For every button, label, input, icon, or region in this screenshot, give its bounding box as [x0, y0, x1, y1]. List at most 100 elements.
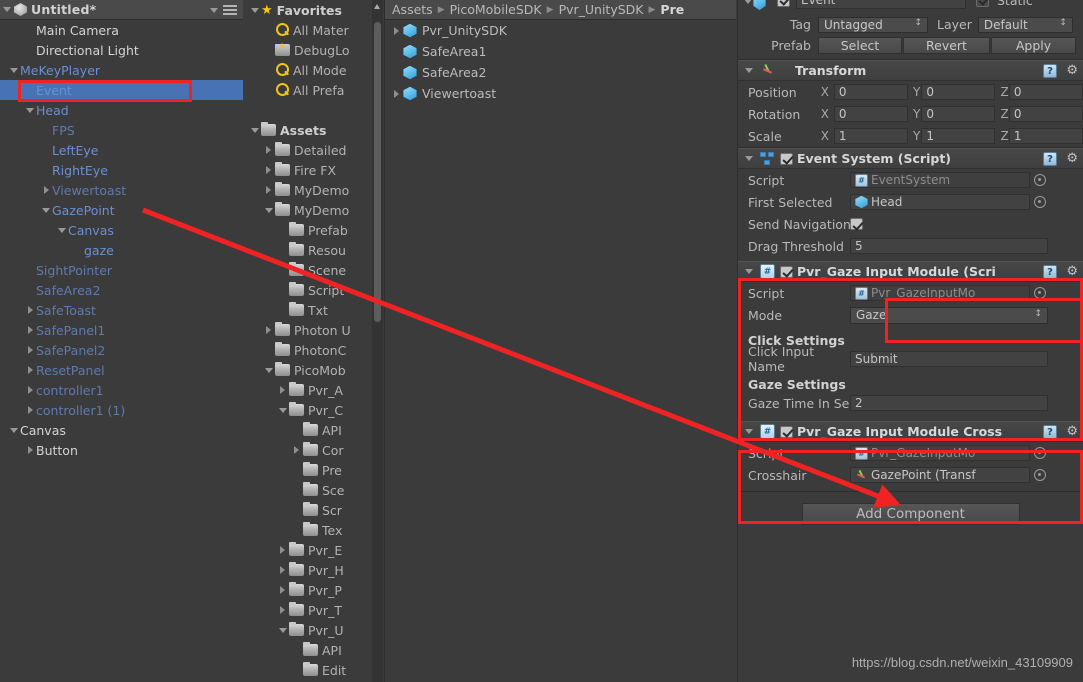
transform-scale-y-field[interactable]: 1 [921, 128, 996, 144]
expand-arrow[interactable] [24, 386, 36, 394]
hierarchy-item-controller1[interactable]: controller1 [0, 380, 243, 400]
first-selected-objectfield[interactable]: Head [850, 194, 1030, 210]
expand-arrow[interactable] [276, 566, 289, 574]
chevron-right-icon[interactable] [27, 386, 33, 394]
help-icon[interactable]: ? [1043, 265, 1057, 279]
chevron-right-icon[interactable] [266, 326, 271, 334]
chevron-right-icon[interactable] [43, 186, 49, 194]
hierarchy-item-viewertoast[interactable]: Viewertoast [0, 180, 243, 200]
transform-position-x-field[interactable]: 0 [833, 84, 908, 100]
event-system-enabled-checkbox[interactable] [780, 152, 793, 165]
project-tree-item-scr[interactable]: Scr [244, 500, 372, 520]
expand-arrow[interactable] [248, 127, 261, 133]
chevron-right-icon[interactable] [280, 386, 285, 394]
hierarchy-item-gazepoint[interactable]: GazePoint [0, 200, 243, 220]
layer-dropdown[interactable]: Default ↕ [977, 16, 1073, 33]
chevron-right-icon[interactable] [294, 446, 299, 454]
prefab-revert-button[interactable]: Revert [903, 37, 990, 54]
hierarchy-item-safepanel1[interactable]: SafePanel1 [0, 320, 243, 340]
expand-arrow[interactable] [276, 407, 289, 413]
hierarchy-item-safearea2[interactable]: SafeArea2 [0, 280, 243, 300]
hierarchy-menu-button[interactable] [210, 5, 237, 16]
drag-threshold-row[interactable]: Drag Threshold 5 [738, 235, 1083, 257]
transform-rotation-row[interactable]: Rotation X 0 Y 0 Z 0 [738, 103, 1083, 125]
expand-arrow[interactable] [389, 26, 403, 35]
chevron-down-icon[interactable] [278, 407, 287, 413]
chevron-right-icon[interactable] [27, 406, 33, 414]
static-checkbox[interactable] [976, 0, 989, 7]
hierarchy-item-directional-light[interactable]: Directional Light [0, 40, 243, 60]
project-tree-item-all-mode[interactable]: All Mode [244, 60, 372, 80]
asset-item-viewertoast[interactable]: Viewertoast [385, 83, 736, 104]
project-tree-item-photon-u[interactable]: Photon U [244, 320, 372, 340]
expand-arrow[interactable] [389, 89, 403, 98]
hierarchy-item-main-camera[interactable]: Main Camera [0, 20, 243, 40]
transform-rotation-z-field[interactable]: 0 [1008, 106, 1083, 122]
chevron-down-icon[interactable] [58, 227, 66, 233]
expand-arrow[interactable] [276, 586, 289, 594]
breadcrumb-item-pvr-unitysdk[interactable]: Pvr_UnitySDK [559, 2, 644, 17]
project-tree-item-txt[interactable]: Txt [244, 300, 372, 320]
expand-arrow[interactable] [262, 146, 275, 154]
object-picker-icon[interactable] [1034, 196, 1046, 208]
expand-arrow[interactable] [24, 406, 36, 414]
breadcrumb-item-picomobilesdk[interactable]: PicoMobileSDK [450, 2, 542, 17]
expand-arrow[interactable] [276, 606, 289, 614]
expand-arrow[interactable] [24, 107, 36, 113]
project-tree-item-pvr-e[interactable]: Pvr_E [244, 540, 372, 560]
chevron-right-icon[interactable] [280, 586, 285, 594]
hierarchy-item-righteye[interactable]: RightEye [0, 160, 243, 180]
breadcrumb-item-assets[interactable]: Assets [392, 2, 433, 17]
asset-item-safearea2[interactable]: SafeArea2 [385, 62, 736, 83]
project-tree-item-prefab[interactable]: Prefab [244, 220, 372, 240]
chevron-right-icon[interactable] [280, 566, 285, 574]
drag-threshold-field[interactable]: 5 [850, 238, 1048, 254]
scrollbar-thumb[interactable] [374, 22, 381, 322]
help-icon[interactable]: ? [1043, 152, 1057, 166]
chevron-down-icon[interactable] [264, 207, 273, 213]
transform-position-row[interactable]: Position X 0 Y 0 Z 0 [738, 81, 1083, 103]
project-tree-item-scene[interactable]: Scene [244, 260, 372, 280]
project-tree-item-script[interactable]: Script [244, 280, 372, 300]
project-tree-item-sce[interactable]: Sce [244, 480, 372, 500]
transform-rotation-y-field[interactable]: 0 [921, 106, 996, 122]
transform-scale-z-field[interactable]: 1 [1008, 128, 1083, 144]
hierarchy-item-lefteye[interactable]: LeftEye [0, 140, 243, 160]
hierarchy-item-safepanel2[interactable]: SafePanel2 [0, 340, 243, 360]
project-tree-item-api[interactable]: API [244, 420, 372, 440]
chevron-right-icon[interactable] [266, 166, 271, 174]
hierarchy-item-button[interactable]: Button [0, 440, 243, 460]
chevron-right-icon[interactable] [27, 346, 33, 354]
project-tree-item-cor[interactable]: Cor [244, 440, 372, 460]
hierarchy-item-gaze[interactable]: gaze [0, 240, 243, 260]
transform-scale-x-field[interactable]: 1 [833, 128, 908, 144]
scroll-up-arrow-icon[interactable] [374, 4, 380, 9]
project-tree-item-pvr-p[interactable]: Pvr_P [244, 580, 372, 600]
expand-arrow[interactable] [56, 227, 68, 233]
asset-list[interactable]: Pvr_UnitySDK SafeArea1 SafeArea2 Viewertoas… [385, 20, 736, 104]
project-tree-item-pre[interactable]: Pre [244, 460, 372, 480]
project-tree-item-favorites[interactable]: ★ Favorites [244, 0, 372, 20]
project-tree-item-debuglo[interactable]: DebugLo [244, 40, 372, 60]
chevron-right-icon[interactable] [280, 546, 285, 554]
expand-arrow[interactable] [262, 166, 275, 174]
project-tree-item-pvr-h[interactable]: Pvr_H [244, 560, 372, 580]
gear-icon[interactable]: ⚙ [1066, 64, 1078, 78]
project-tree-item-pvr-t[interactable]: Pvr_T [244, 600, 372, 620]
breadcrumb-item-pre[interactable]: Pre [660, 2, 684, 17]
project-tree-item-mydemo[interactable]: MyDemo [244, 200, 372, 220]
expand-arrow[interactable] [276, 546, 289, 554]
expand-arrow[interactable] [8, 427, 20, 433]
expand-arrow[interactable] [276, 627, 289, 633]
project-tree-item-detailed[interactable]: Detailed [244, 140, 372, 160]
expand-arrow[interactable] [24, 446, 36, 454]
project-content-panel[interactable]: Assets ▶ PicoMobileSDK ▶ Pvr_UnitySDK ▶ Pre Pv… [384, 0, 736, 682]
project-tree-item-pvr-c[interactable]: Pvr_C [244, 400, 372, 420]
tag-layer-row[interactable]: Tag Untagged ↕ Layer Default ↕ [738, 14, 1083, 35]
transform-rows[interactable]: Position X 0 Y 0 Z 0 Rotation X 0 Y 0 Z 0 Scale X 1 Y 1 Z 1 [738, 81, 1083, 147]
expand-arrow[interactable] [262, 207, 275, 213]
project-tree-item-edit[interactable]: Edit [244, 660, 372, 680]
expand-arrow[interactable] [262, 186, 275, 194]
asset-item-safearea1[interactable]: SafeArea1 [385, 41, 736, 62]
gameobject-expand-icon[interactable] [744, 0, 752, 4]
